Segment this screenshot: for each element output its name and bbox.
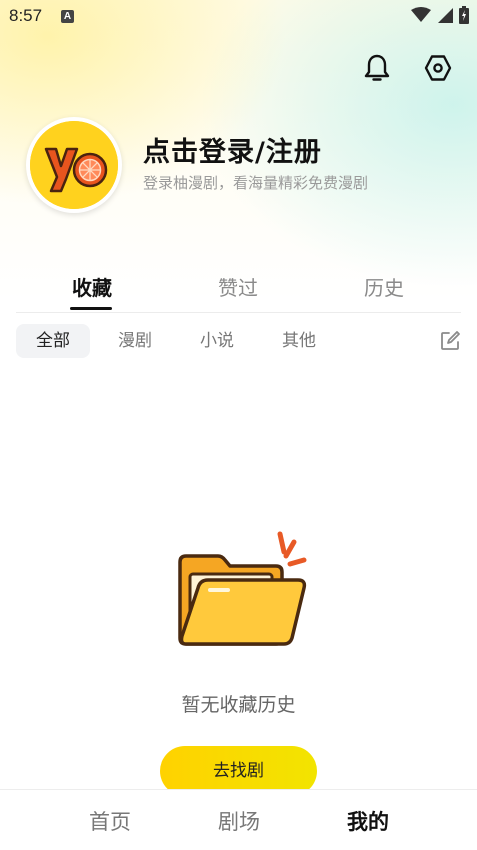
avatar[interactable]: [26, 117, 122, 213]
settings-icon: [424, 55, 452, 81]
filter-novel[interactable]: 小说: [198, 324, 236, 358]
login-register-link[interactable]: 点击登录/注册: [143, 130, 322, 169]
tab-history[interactable]: 历史: [324, 272, 444, 301]
tab-favorites[interactable]: 收藏: [32, 272, 152, 301]
battery-icon: [459, 6, 469, 24]
settings-button[interactable]: [420, 50, 456, 86]
wifi-icon: [411, 7, 431, 22]
signal-icon: [438, 8, 453, 23]
nav-mine[interactable]: 我的: [318, 806, 418, 836]
app-logo: [30, 121, 118, 209]
bottom-nav: 首页 剧场 我的: [0, 789, 477, 850]
active-tab-indicator: [70, 307, 112, 310]
nav-home[interactable]: 首页: [60, 806, 160, 836]
edit-icon[interactable]: [439, 330, 461, 352]
notification-button[interactable]: [359, 50, 395, 86]
content-tabs: 收藏 赞过 历史: [16, 272, 461, 313]
status-bar: 8:57 A: [0, 0, 477, 34]
yo-logo-icon: [30, 121, 118, 209]
bell-icon: [364, 54, 390, 81]
notification-a-icon: A: [61, 10, 74, 23]
empty-state-message: 暂无收藏历史: [181, 694, 296, 716]
folder-icon: [178, 531, 307, 646]
status-time: 8:57: [9, 6, 43, 25]
nav-theater[interactable]: 剧场: [189, 806, 289, 836]
tab-liked[interactable]: 赞过: [178, 272, 298, 301]
filter-comic-drama[interactable]: 漫剧: [116, 324, 154, 358]
login-subtitle: 登录柚漫剧，看海量精彩免费漫剧: [143, 174, 369, 192]
filter-all[interactable]: 全部: [16, 324, 90, 358]
status-icons: [411, 6, 469, 24]
filter-bar: 全部 漫剧 小说 其他: [16, 324, 461, 360]
filter-other[interactable]: 其他: [280, 324, 318, 358]
